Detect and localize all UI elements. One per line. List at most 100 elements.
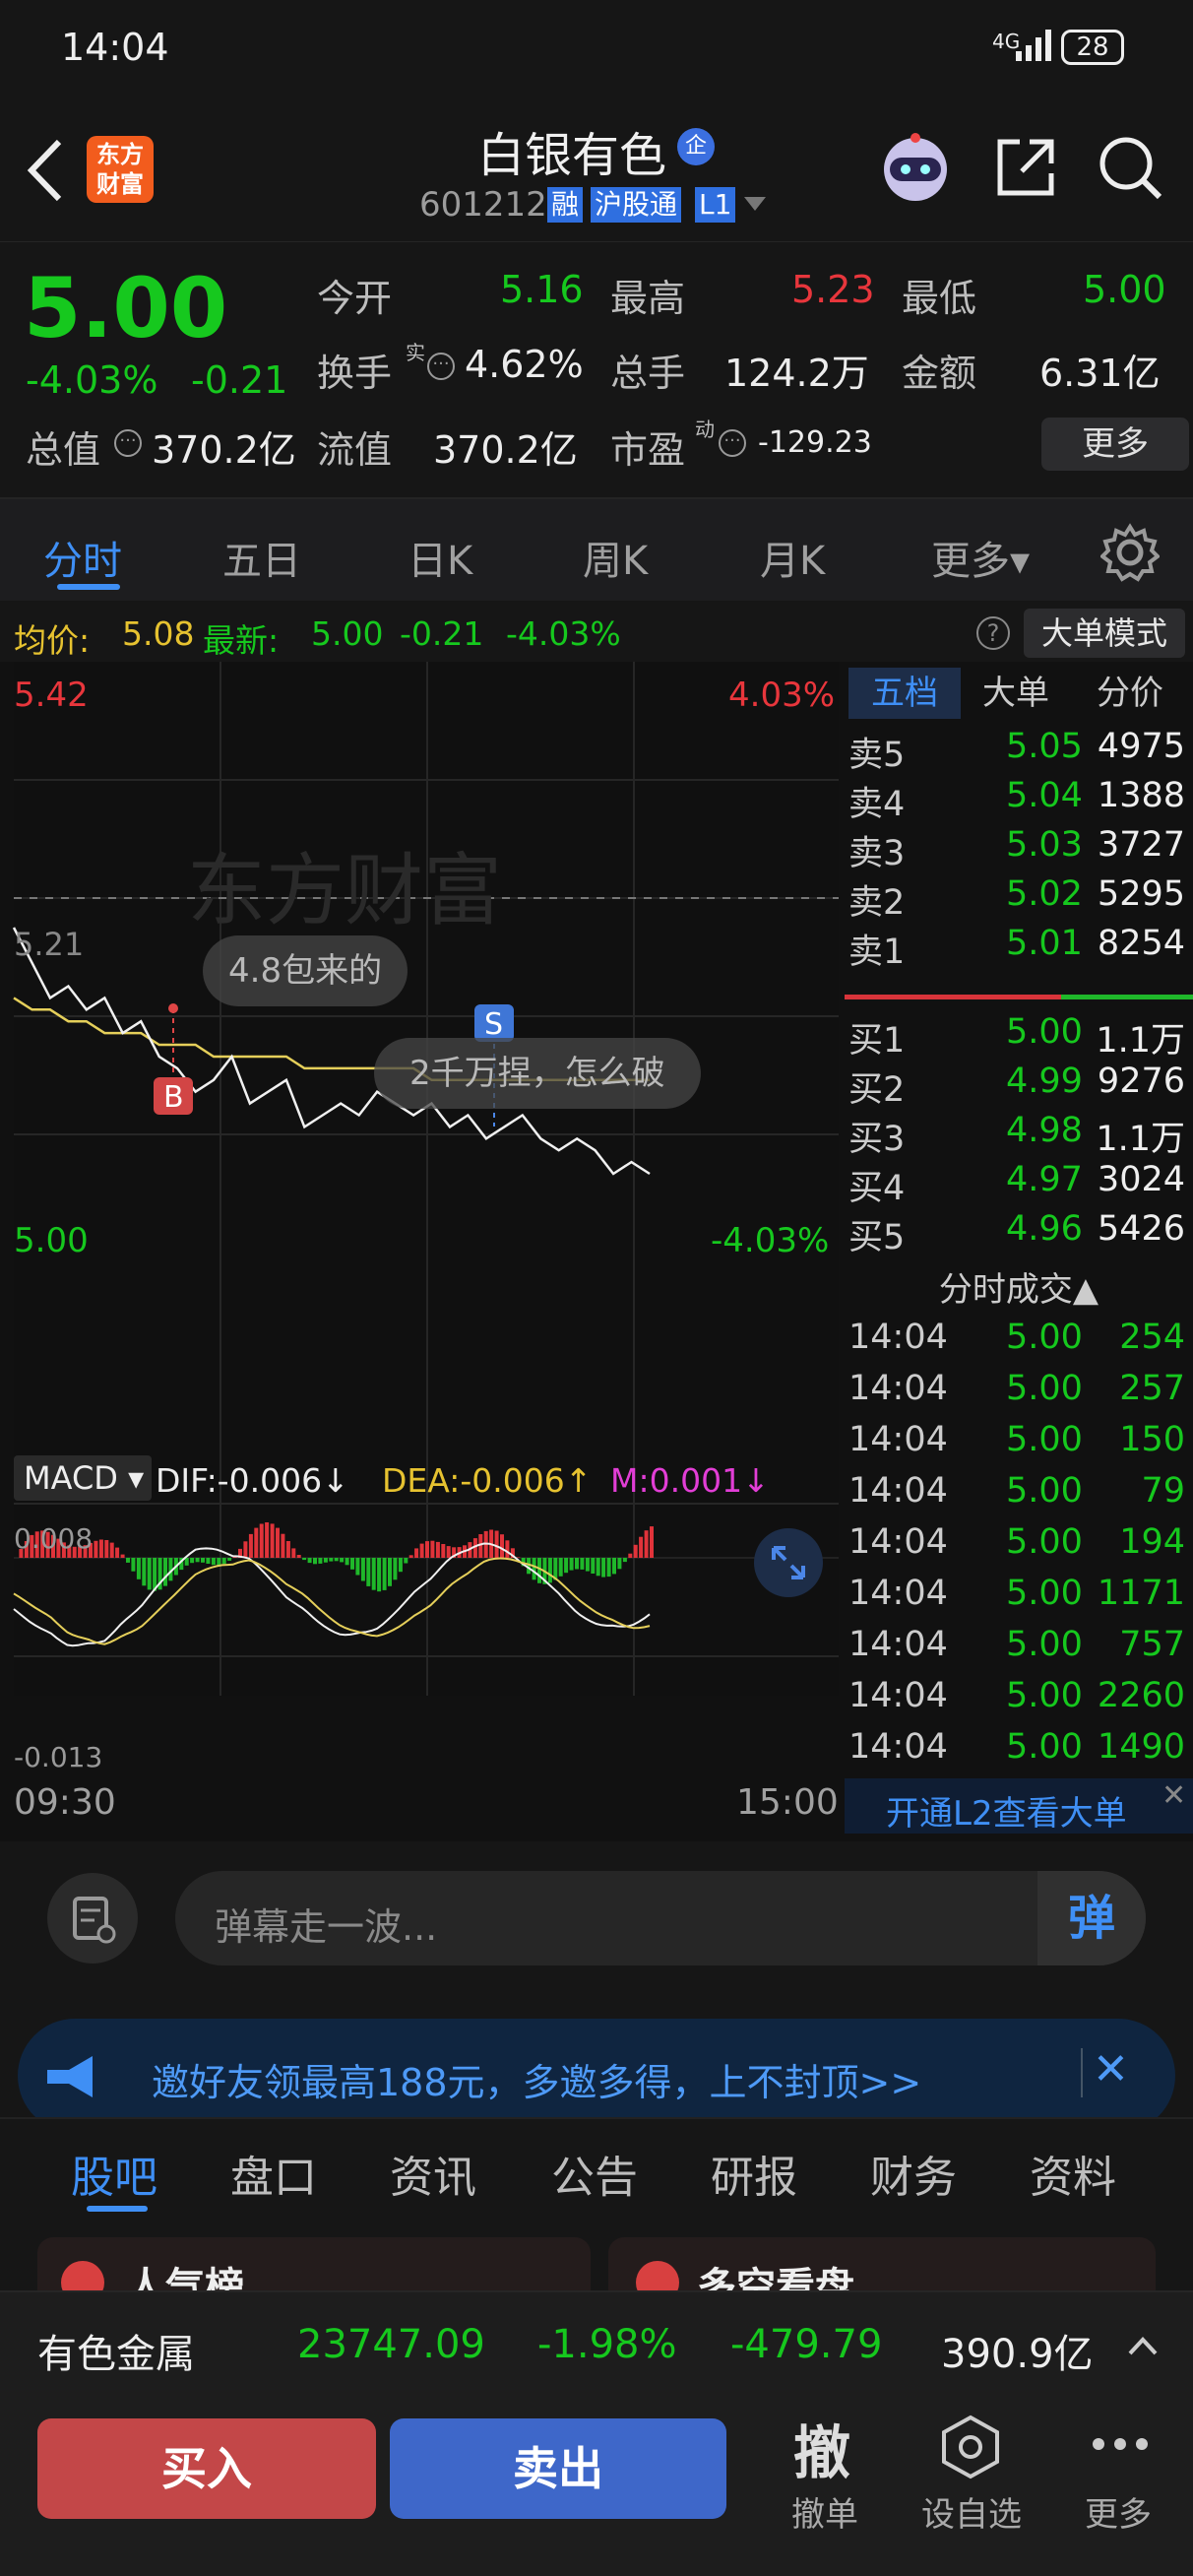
- l2-link[interactable]: 开通L2查看大单: [886, 1786, 1127, 1835]
- y-axis-top-pct: 4.03%: [728, 676, 836, 715]
- macd-bar: [425, 1541, 429, 1558]
- tab-profile[interactable]: 资料: [1030, 2142, 1116, 2205]
- orderbook-tabs: 五档 大单 分价: [845, 662, 1193, 723]
- invite-text[interactable]: 邀好友领最高188元，多邀多得，上不封顶>>: [152, 2052, 921, 2106]
- macd-bar: [398, 1558, 403, 1573]
- share-icon[interactable]: [994, 136, 1057, 199]
- macd-bar: [388, 1558, 392, 1586]
- more-dots-icon[interactable]: [1091, 2434, 1150, 2454]
- bid-row[interactable]: 买4 4.97 3024: [845, 1156, 1193, 1208]
- tab-intraday[interactable]: 分时: [43, 529, 122, 586]
- ask-volume: 4975: [1097, 727, 1185, 766]
- tab-more[interactable]: 更多▾: [931, 529, 1030, 586]
- danmaku-bubble-2[interactable]: 2千万捏，怎么破: [374, 1038, 701, 1109]
- danmaku-input[interactable]: 弹幕走一波... 弹: [175, 1871, 1146, 1965]
- macd-bar: [276, 1527, 280, 1558]
- sector-name: 有色金属: [37, 2332, 195, 2377]
- tab-reports[interactable]: 研报: [711, 2142, 797, 2205]
- watchlist-settings-icon[interactable]: [939, 2415, 1002, 2479]
- ask-price: 5.03: [1006, 825, 1083, 865]
- danmaku-placeholder: 弹幕走一波...: [215, 1905, 438, 1949]
- sector-bar[interactable]: 有色金属 23747.09 -1.98% -479.79 390.9亿: [0, 2290, 1193, 2399]
- trade-row: 14:04 5.00 1171: [845, 1570, 1193, 1621]
- macd-bar: [190, 1558, 195, 1564]
- chevron-up-icon[interactable]: [1128, 2336, 1158, 2357]
- trade-row: 14:04 5.00 254: [845, 1314, 1193, 1365]
- bid-row[interactable]: 买1 5.00 1.1万: [845, 1008, 1193, 1061]
- turnover-info-icon[interactable]: ···: [427, 353, 455, 380]
- tab-depth[interactable]: 盘口: [230, 2142, 317, 2205]
- tab-news[interactable]: 资讯: [390, 2142, 476, 2205]
- l2-promo[interactable]: 开通L2查看大单 ✕: [845, 1778, 1193, 1834]
- trade-row: 14:04 5.00 150: [845, 1416, 1193, 1467]
- price-chart-svg[interactable]: 东方财富 B S: [0, 662, 843, 1696]
- pe-info-icon[interactable]: ···: [719, 429, 746, 457]
- float-value: 370.2亿: [433, 428, 578, 472]
- trade-volume: 1490: [1097, 1727, 1185, 1767]
- cancel-order-label[interactable]: 撤单: [791, 2487, 858, 2536]
- bid-price: 4.96: [1006, 1209, 1083, 1249]
- more-button[interactable]: 更多: [1041, 418, 1189, 471]
- sell-button[interactable]: 卖出: [390, 2418, 726, 2519]
- bid-row[interactable]: 买3 4.98 1.1万: [845, 1107, 1193, 1159]
- tab-forum[interactable]: 股吧: [71, 2142, 157, 2205]
- tab-price-split[interactable]: 分价: [1097, 668, 1163, 719]
- ask-row[interactable]: 卖2 5.02 5295: [845, 870, 1193, 923]
- ask-ratio-bar: [845, 995, 1061, 999]
- danmaku-bubble-1[interactable]: 4.8包来的: [203, 935, 408, 1006]
- trade-row: 14:04 5.00 2260: [845, 1672, 1193, 1723]
- buy-button[interactable]: 买入: [37, 2418, 376, 2519]
- tab-five-levels[interactable]: 五档: [848, 668, 961, 719]
- macd-bar: [478, 1534, 483, 1558]
- tab-big-orders[interactable]: 大单: [982, 668, 1049, 719]
- ask-row[interactable]: 卖5 5.05 4975: [845, 723, 1193, 775]
- ask-row[interactable]: 卖1 5.01 8254: [845, 920, 1193, 972]
- cancel-order-icon[interactable]: 撤: [793, 2407, 850, 2489]
- macd-bar: [650, 1526, 654, 1558]
- ask-row[interactable]: 卖4 5.04 1388: [845, 772, 1193, 824]
- robot-assistant-icon[interactable]: [876, 128, 955, 207]
- search-icon[interactable]: [1097, 134, 1165, 203]
- mktcap-info-icon[interactable]: ···: [114, 429, 142, 457]
- close-banner-icon[interactable]: ✕: [1093, 2044, 1129, 2094]
- app-logo: 东方 财富: [87, 136, 154, 203]
- fullscreen-button[interactable]: [754, 1528, 823, 1597]
- trade-volume: 1171: [1097, 1574, 1185, 1613]
- bid-row[interactable]: 买5 4.96 5426: [845, 1205, 1193, 1257]
- popularity-card[interactable]: 人气榜: [37, 2237, 591, 2296]
- trade-time: 14:04: [848, 1727, 948, 1767]
- close-l2-icon[interactable]: ✕: [1162, 1778, 1186, 1813]
- invite-banner[interactable]: 邀好友领最高188元，多邀多得，上不封顶>> ✕: [18, 2019, 1175, 2133]
- settings-gear-icon[interactable]: [1100, 523, 1160, 582]
- trade-price: 5.00: [1006, 1522, 1083, 1562]
- indicator-selector[interactable]: MACD ▾: [14, 1455, 152, 1501]
- macd-bar: [302, 1558, 307, 1561]
- send-danmaku-button[interactable]: 弹: [1037, 1871, 1146, 1965]
- tab-announcements[interactable]: 公告: [551, 2142, 638, 2205]
- tag-hgt: 沪股通: [591, 187, 682, 223]
- ask-row[interactable]: 卖3 5.03 3727: [845, 821, 1193, 873]
- macd-bar: [285, 1541, 290, 1558]
- long-short-card[interactable]: 多空看盘: [608, 2237, 1156, 2296]
- logo-line2: 财富: [96, 170, 144, 198]
- tab-financials[interactable]: 财务: [870, 2142, 957, 2205]
- sector-amount: 390.9亿: [941, 2332, 1094, 2377]
- big-order-mode-button[interactable]: 大单模式: [1024, 609, 1185, 658]
- watchlist-settings-label[interactable]: 设自选: [921, 2487, 1022, 2536]
- help-icon[interactable]: ?: [976, 616, 1010, 650]
- y-axis-top: 5.42: [14, 676, 89, 715]
- macd-bar: [612, 1558, 616, 1575]
- note-button[interactable]: [47, 1873, 138, 1964]
- macd-bar: [221, 1558, 226, 1565]
- bid-row[interactable]: 买2 4.99 9276: [845, 1058, 1193, 1110]
- tab-weekly-k[interactable]: 周K: [583, 529, 648, 586]
- tab-five-day[interactable]: 五日: [222, 529, 301, 586]
- back-icon[interactable]: [22, 136, 67, 205]
- more-actions-label[interactable]: 更多: [1085, 2487, 1152, 2536]
- tab-daily-k[interactable]: 日K: [408, 529, 472, 586]
- tab-monthly-k[interactable]: 月K: [760, 529, 825, 586]
- dropdown-icon[interactable]: [744, 197, 766, 213]
- tag-l1: L1: [695, 187, 736, 223]
- trades-title[interactable]: 分时成交▲: [845, 1262, 1193, 1311]
- trade-volume: 757: [1119, 1625, 1185, 1664]
